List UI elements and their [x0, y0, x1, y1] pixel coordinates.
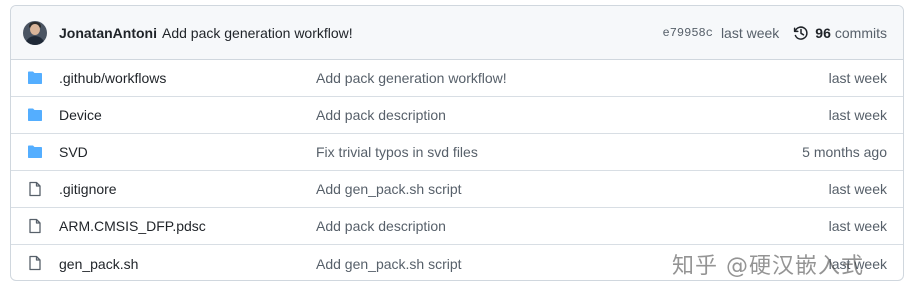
history-icon [794, 25, 808, 40]
folder-icon [28, 145, 42, 158]
file-icon [29, 255, 41, 271]
file-commit-age: 5 months ago [802, 144, 887, 160]
folder-icon [28, 71, 42, 84]
file-name-link[interactable]: SVD [59, 144, 88, 160]
file-commit-message-link[interactable]: Add gen_pack.sh script [316, 181, 462, 197]
file-commit-age: last week [828, 181, 887, 197]
file-browser: JonatanAntoni Add pack generation workfl… [10, 5, 904, 281]
commit-author-link[interactable]: JonatanAntoni [59, 25, 157, 41]
commit-sha-link[interactable]: e79958c [663, 26, 713, 40]
file-commit-age: last week [828, 70, 887, 86]
commits-history-link[interactable]: 96 commits [793, 25, 887, 41]
file-name-link[interactable]: .github/workflows [59, 70, 166, 86]
folder-icon [28, 108, 42, 121]
commits-label: commits [834, 24, 887, 41]
file-row[interactable]: SVD Fix trivial typos in svd files 5 month… [11, 134, 903, 171]
latest-commit-bar: JonatanAntoni Add pack generation workfl… [11, 6, 903, 60]
file-row[interactable]: .github/workflows Add pack generation wor… [11, 60, 903, 97]
author-avatar[interactable] [23, 20, 47, 45]
file-row[interactable]: Device Add pack description last week [11, 97, 903, 134]
file-commit-message-link[interactable]: Add pack description [316, 218, 446, 234]
file-name-link[interactable]: gen_pack.sh [59, 256, 138, 272]
watermark: 知乎 @硬汉嵌入式 [672, 254, 864, 279]
file-icon [29, 181, 41, 197]
commits-count: 96 [815, 24, 831, 41]
file-commit-message-link[interactable]: Add gen_pack.sh script [316, 256, 462, 272]
file-commit-message-link[interactable]: Add pack description [316, 107, 446, 123]
file-commit-message-link[interactable]: Add pack generation workflow! [316, 70, 507, 86]
file-name-link[interactable]: ARM.CMSIS_DFP.pdsc [59, 218, 206, 234]
file-name-link[interactable]: Device [59, 107, 102, 123]
file-commit-age: last week [828, 218, 887, 234]
file-commit-age: last week [828, 107, 887, 123]
file-name-link[interactable]: .gitignore [59, 181, 117, 197]
commit-message-link[interactable]: Add pack generation workflow! [162, 25, 353, 41]
file-icon [29, 218, 41, 234]
file-row[interactable]: .gitignore Add gen_pack.sh script last wee… [11, 171, 903, 208]
file-row[interactable]: ARM.CMSIS_DFP.pdsc Add pack description la… [11, 208, 903, 245]
file-commit-message-link[interactable]: Fix trivial typos in svd files [316, 144, 478, 160]
commit-time: last week [720, 24, 780, 41]
